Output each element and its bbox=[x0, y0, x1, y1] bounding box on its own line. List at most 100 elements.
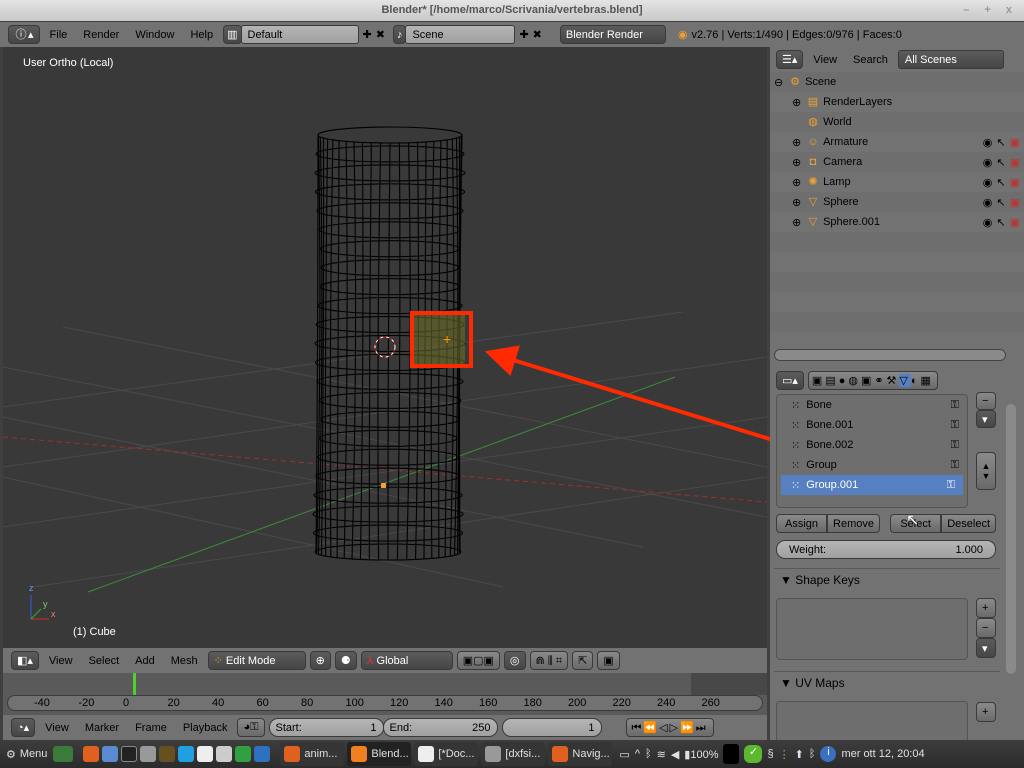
menu-add[interactable]: Add bbox=[129, 655, 161, 667]
expand-icon[interactable]: ⊕ bbox=[792, 156, 806, 169]
files-icon[interactable] bbox=[140, 746, 157, 762]
properties-scrollbar[interactable] bbox=[1006, 404, 1016, 674]
scene-icon[interactable]: ♪ bbox=[392, 25, 407, 44]
visibility-eye-icon[interactable]: ◉ bbox=[983, 176, 993, 189]
taskbar-task[interactable]: [*Doc... bbox=[414, 742, 479, 766]
remove-group-button[interactable]: − bbox=[976, 392, 996, 410]
editor-type-outliner-button[interactable]: ☰▴ bbox=[776, 50, 804, 69]
screen-layout-field[interactable]: Default bbox=[240, 25, 359, 44]
add-shape-key-button[interactable]: + bbox=[976, 598, 996, 618]
vertex-group-item[interactable]: ⁙ Bone.002 ⚿ bbox=[777, 435, 967, 455]
editor-type-3d-button[interactable]: ◧▴ bbox=[11, 651, 39, 670]
expand-icon[interactable]: ⊕ bbox=[792, 196, 806, 209]
spreadsheet-icon[interactable] bbox=[235, 746, 252, 762]
snap-button[interactable]: ⋒ ⫼ ⌗ bbox=[529, 651, 569, 670]
menu-help[interactable]: Help bbox=[184, 29, 219, 41]
editor-type-timeline-button[interactable]: ◔▴ bbox=[11, 718, 36, 737]
visibility-eye-icon[interactable]: ◉ bbox=[983, 216, 993, 229]
deselect-button[interactable]: Deselect bbox=[941, 514, 996, 533]
pivot-point-button[interactable]: ⚈ bbox=[334, 651, 357, 670]
menu-view[interactable]: View bbox=[43, 655, 79, 667]
remove-button[interactable]: Remove bbox=[827, 514, 880, 533]
taskbar-task[interactable]: Navig... bbox=[548, 742, 613, 766]
volume-icon[interactable]: ◀ bbox=[671, 748, 679, 761]
outliner-item-scene[interactable]: ⊖ ⚙ Scene bbox=[770, 72, 1024, 92]
menu-frame[interactable]: Frame bbox=[129, 722, 173, 734]
vertex-group-item[interactable]: ⁙ Bone ⚿ bbox=[777, 395, 967, 415]
taskbar-task[interactable]: [dxfsi... bbox=[481, 742, 546, 766]
outliner-scrollbar[interactable] bbox=[774, 349, 1006, 361]
info-shield-icon[interactable]: i bbox=[820, 746, 837, 762]
renderability-camera-icon[interactable]: ▣ bbox=[1010, 176, 1020, 189]
visibility-eye-icon[interactable]: ◉ bbox=[983, 156, 993, 169]
calculator-icon[interactable] bbox=[216, 746, 233, 762]
outliner[interactable]: ☰▴ View Search All Scenes ⊖ ⚙ Scene ⊕ ▤ Ren… bbox=[770, 47, 1024, 368]
editor-type-info-button[interactable]: ⓘ ▴ bbox=[8, 25, 40, 44]
terminal-icon[interactable] bbox=[121, 746, 138, 762]
vertex-group-item[interactable]: ⁙ Bone.001 ⚿ bbox=[777, 415, 967, 435]
firefox-icon[interactable] bbox=[83, 746, 100, 762]
timeline[interactable]: -40 -20 0 20 40 60 80 100 120 140 160 180 200 220 240 2… bbox=[3, 673, 767, 715]
selectability-arrow-icon[interactable]: ↖ bbox=[996, 216, 1005, 229]
remove-scene-icon[interactable]: ✖ bbox=[533, 28, 542, 41]
skype-status-icon[interactable]: ✓ bbox=[744, 745, 763, 763]
playback-controls[interactable]: ⏮⏪◁▷⏩⏭ bbox=[625, 718, 714, 737]
selectability-arrow-icon[interactable]: ↖ bbox=[996, 156, 1005, 169]
current-frame-marker[interactable] bbox=[133, 673, 136, 695]
end-frame-field[interactable]: End: 250 bbox=[382, 718, 498, 737]
outliner-item-camera[interactable]: ⊕ ◘ Camera ◉ ↖ ▣ bbox=[770, 152, 1024, 172]
taskbar-task[interactable]: anim... bbox=[280, 742, 345, 766]
shape-key-specials-button[interactable]: ▾ bbox=[976, 638, 996, 658]
current-frame-field[interactable]: 1 bbox=[501, 718, 602, 737]
wifi-icon[interactable]: ≋ bbox=[657, 748, 666, 761]
viewport-canvas[interactable]: + bbox=[3, 47, 767, 648]
sync-icon[interactable]: § bbox=[767, 748, 773, 760]
mode-select[interactable]: ⁘ Edit Mode bbox=[207, 651, 306, 670]
lock-icon[interactable]: ⚿ bbox=[947, 479, 955, 492]
assign-button[interactable]: Assign bbox=[776, 514, 828, 533]
context-tabs[interactable]: ▣▤●◍▣⚭⚒ ▽ ◐▦ bbox=[807, 371, 938, 390]
chromium-icon[interactable] bbox=[102, 746, 119, 762]
group-specials-button[interactable]: ▾ bbox=[976, 410, 996, 428]
menu-mesh[interactable]: Mesh bbox=[165, 655, 204, 667]
scene-field[interactable]: Scene bbox=[405, 25, 516, 44]
mail-notifier-icon[interactable] bbox=[723, 744, 740, 764]
remove-shape-key-button[interactable]: − bbox=[976, 618, 996, 638]
editor-type-properties-button[interactable]: ▭▴ bbox=[776, 371, 804, 390]
renderability-camera-icon[interactable]: ▣ bbox=[1010, 196, 1020, 209]
panel-shape-keys[interactable]: ▼ Shape Keys bbox=[774, 568, 1000, 591]
vertex-group-item[interactable]: ⁙ Group ⚿ bbox=[777, 455, 967, 475]
menu-window[interactable]: Window bbox=[129, 29, 180, 41]
transform-orientation-select[interactable]: ⅄ Global bbox=[360, 651, 453, 670]
menu-marker[interactable]: Marker bbox=[79, 722, 125, 734]
expand-icon[interactable]: ⊕ bbox=[792, 96, 806, 109]
battery-indicator[interactable]: ▮100% bbox=[684, 748, 718, 761]
bluetooth-tray-icon[interactable]: ᛒ bbox=[809, 748, 816, 760]
text-editor-icon[interactable] bbox=[197, 746, 214, 762]
network-icon[interactable]: ▭ bbox=[619, 748, 629, 761]
menu-playback[interactable]: Playback bbox=[177, 722, 234, 734]
properties-editor[interactable]: ▭▴ ▣▤●◍▣⚭⚒ ▽ ◐▦ ⁙ Bone ⚿ ⁙ Bone.001 ⚿ ⁙ Bone.002 ⚿… bbox=[770, 368, 1024, 740]
outliner-item-sphere-001[interactable]: ⊕ ▽ Sphere.001 ◉ ↖ ▣ bbox=[770, 212, 1024, 232]
screen-layout-icon[interactable]: ▥ bbox=[223, 25, 242, 44]
outliner-item-world[interactable]: ◍ World bbox=[770, 112, 1024, 132]
shape-keys-list[interactable] bbox=[776, 598, 968, 660]
add-scene-icon[interactable]: ✚ bbox=[519, 28, 528, 41]
renderability-camera-icon[interactable]: ▣ bbox=[1010, 216, 1020, 229]
keying-button[interactable]: ◕⚿ bbox=[237, 718, 265, 737]
3d-viewport[interactable]: + User Ortho (Local) (1) Cube z x y bbox=[3, 47, 767, 648]
show-desktop-icon[interactable] bbox=[53, 746, 74, 762]
mirror-button[interactable]: ⇱ bbox=[572, 651, 594, 670]
window-controls[interactable]: – + x bbox=[963, 0, 1018, 21]
renderability-camera-icon[interactable]: ▣ bbox=[1010, 136, 1020, 149]
vertex-group-list[interactable]: ⁙ Bone ⚿ ⁙ Bone.001 ⚿ ⁙ Bone.002 ⚿ ⁙ Group ⚿ ⁙ Group.… bbox=[776, 394, 968, 508]
expand-icon[interactable]: ⊖ bbox=[774, 76, 788, 89]
menu-render[interactable]: Render bbox=[77, 29, 125, 41]
outliner-item-renderlayers[interactable]: ⊕ ▤ RenderLayers bbox=[770, 92, 1024, 112]
lock-icon[interactable]: ⚿ bbox=[951, 459, 959, 472]
taskbar-task[interactable]: Blend... bbox=[347, 742, 412, 766]
outliner-item-lamp[interactable]: ⊕ ✺ Lamp ◉ ↖ ▣ bbox=[770, 172, 1024, 192]
tray-expand-icon[interactable]: ^ bbox=[635, 748, 640, 760]
viewport-shading-button[interactable]: ⊕ bbox=[309, 651, 331, 670]
select-mode-buttons[interactable]: ▣▢▣ bbox=[456, 651, 500, 670]
